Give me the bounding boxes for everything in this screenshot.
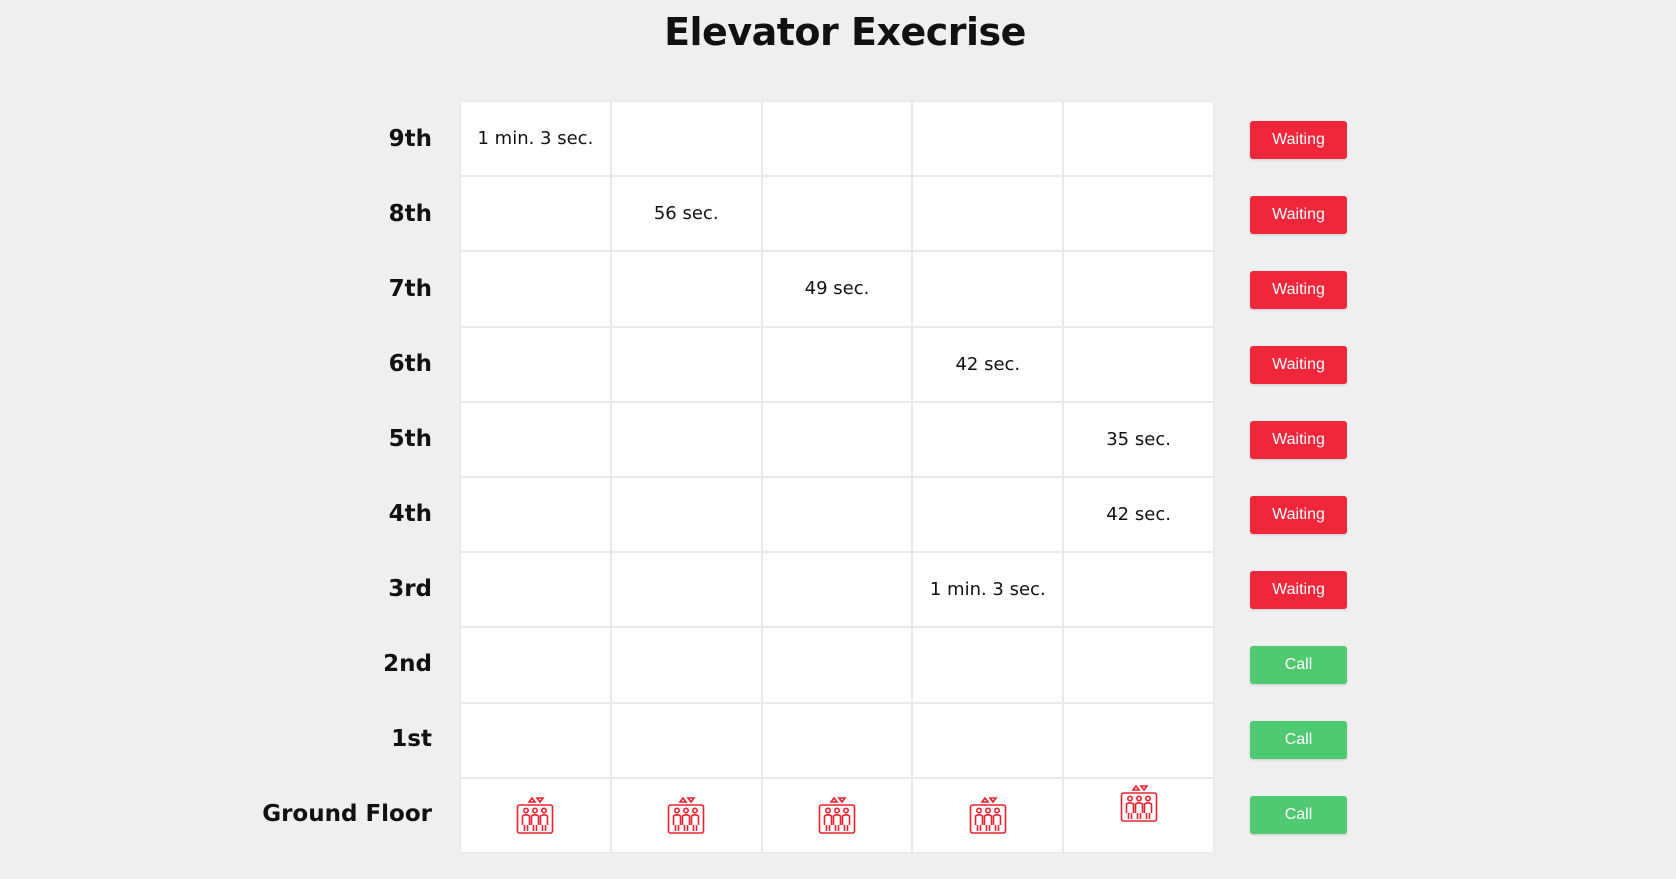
grid-cell bbox=[1064, 102, 1213, 176]
floor-label-4th: 4th bbox=[388, 501, 432, 527]
grid-cell bbox=[1064, 703, 1213, 777]
elevator-grid: 1 min. 3 sec. 56 sec. 49 sec. 42 sec. 35… bbox=[461, 102, 1213, 852]
floor-label-8th: 8th bbox=[388, 201, 432, 227]
call-button-ground[interactable]: Call bbox=[1250, 796, 1347, 834]
grid-cell bbox=[611, 703, 761, 777]
grid-cell bbox=[461, 477, 610, 552]
grid-cell bbox=[1064, 553, 1213, 627]
waiting-button-8th[interactable]: Waiting bbox=[1250, 196, 1347, 234]
grid-cell bbox=[762, 402, 912, 476]
grid-cell bbox=[611, 102, 761, 176]
grid-cell bbox=[762, 628, 912, 702]
floor-label-5th: 5th bbox=[388, 426, 432, 452]
waiting-button-4th[interactable]: Waiting bbox=[1250, 496, 1347, 534]
floor-label-6th: 6th bbox=[388, 351, 432, 377]
grid-cell bbox=[611, 327, 761, 401]
grid-cell bbox=[1064, 177, 1213, 251]
grid-cell bbox=[611, 553, 761, 627]
grid-cell bbox=[913, 102, 1063, 176]
call-button-2nd[interactable]: Call bbox=[1250, 646, 1347, 684]
grid-cell bbox=[1064, 327, 1213, 401]
grid-cell bbox=[461, 327, 610, 401]
waiting-button-9th[interactable]: Waiting bbox=[1250, 121, 1347, 159]
grid-cell bbox=[461, 628, 610, 702]
waiting-button-3rd[interactable]: Waiting bbox=[1250, 571, 1347, 609]
grid-cell bbox=[762, 102, 912, 176]
grid-cell bbox=[762, 703, 912, 777]
page-title: Elevator Execrise bbox=[664, 10, 1026, 54]
grid-cell: 1 min. 3 sec. bbox=[913, 553, 1063, 627]
elevator-icon bbox=[461, 778, 610, 852]
grid-cell bbox=[1064, 628, 1213, 702]
waiting-button-5th[interactable]: Waiting bbox=[1250, 421, 1347, 459]
grid-cell bbox=[762, 177, 912, 251]
grid-cell bbox=[611, 628, 761, 702]
grid-cell bbox=[913, 703, 1063, 777]
grid-cell bbox=[461, 703, 610, 777]
grid-cell bbox=[913, 402, 1063, 476]
floor-label-3rd: 3rd bbox=[388, 576, 432, 602]
waiting-button-6th[interactable]: Waiting bbox=[1250, 346, 1347, 384]
floor-label-1st: 1st bbox=[391, 726, 432, 752]
grid-cell bbox=[913, 252, 1063, 326]
floor-label-7th: 7th bbox=[388, 276, 432, 302]
grid-cell bbox=[461, 553, 610, 627]
floor-label-ground: Ground Floor bbox=[262, 801, 432, 827]
grid-cell bbox=[611, 402, 761, 476]
grid-cell: 42 sec. bbox=[1064, 477, 1213, 552]
grid-cell: 1 min. 3 sec. bbox=[461, 102, 610, 176]
grid-cell bbox=[611, 252, 761, 326]
floor-label-9th: 9th bbox=[388, 126, 432, 152]
grid-cell bbox=[913, 177, 1063, 251]
grid-cell: 56 sec. bbox=[611, 177, 761, 251]
grid-cell bbox=[461, 252, 610, 326]
grid-cell bbox=[461, 402, 610, 476]
grid-cell bbox=[611, 477, 761, 552]
floor-label-2nd: 2nd bbox=[383, 651, 432, 677]
grid-cell bbox=[461, 177, 610, 251]
elevator-icon bbox=[611, 778, 761, 852]
call-button-1st[interactable]: Call bbox=[1250, 721, 1347, 759]
grid-cell bbox=[913, 628, 1063, 702]
grid-cell bbox=[762, 327, 912, 401]
grid-cell: 35 sec. bbox=[1064, 402, 1213, 476]
grid-cell: 42 sec. bbox=[913, 327, 1063, 401]
elevator-icon bbox=[913, 778, 1063, 852]
grid-cell bbox=[1064, 252, 1213, 326]
elevator-icon bbox=[762, 778, 912, 852]
grid-cell bbox=[762, 553, 912, 627]
elevator-icon bbox=[1064, 778, 1213, 852]
grid-cell bbox=[762, 477, 912, 552]
grid-cell bbox=[913, 477, 1063, 552]
grid-cell: 49 sec. bbox=[762, 252, 912, 326]
waiting-button-7th[interactable]: Waiting bbox=[1250, 271, 1347, 309]
